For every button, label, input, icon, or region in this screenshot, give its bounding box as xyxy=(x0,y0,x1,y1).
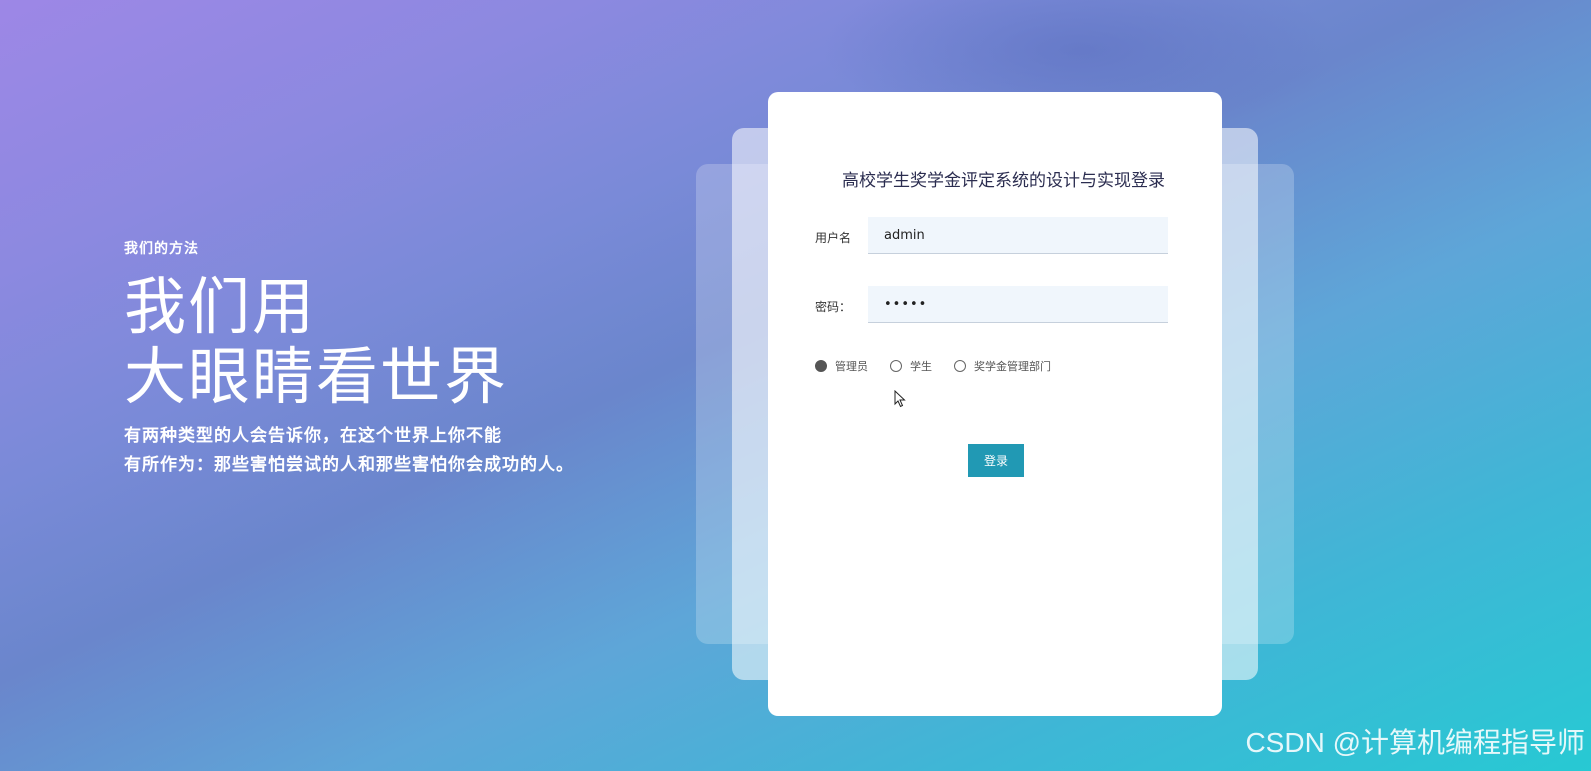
login-card: 高校学生奖学金评定系统的设计与实现登录 用户名 密码： 管理员 学生 奖学金管理… xyxy=(768,92,1222,716)
hero-desc-line1: 有两种类型的人会告诉你，在这个世界上你不能 xyxy=(124,426,502,446)
hero-eyebrow: 我们的方法 xyxy=(124,241,199,257)
role-student-label: 学生 xyxy=(910,360,932,373)
login-button[interactable]: 登录 xyxy=(968,444,1024,477)
hero-desc-line2: 有所作为：那些害怕尝试的人和那些害怕你会成功的人。 xyxy=(124,455,574,475)
password-input[interactable] xyxy=(868,286,1168,323)
hero-description: 有两种类型的人会告诉你，在这个世界上你不能 有所作为：那些害怕尝试的人和那些害怕… xyxy=(124,422,574,480)
radio-student[interactable] xyxy=(890,360,902,372)
role-student[interactable]: 学生 xyxy=(890,358,932,374)
login-title: 高校学生奖学金评定系统的设计与实现登录 xyxy=(842,171,1165,191)
watermark: CSDN @计算机编程指导师 xyxy=(1245,727,1585,758)
role-admin-label: 管理员 xyxy=(835,360,868,373)
role-radio-group: 管理员 学生 奖学金管理部门 xyxy=(815,358,1073,374)
password-label: 密码： xyxy=(815,300,852,314)
role-admin[interactable]: 管理员 xyxy=(815,358,868,374)
role-scholarship-dept-label: 奖学金管理部门 xyxy=(974,360,1051,373)
hero-headline: 我们用 大眼睛看世界 xyxy=(124,272,574,412)
hero-section: 我们的方法 我们用 大眼睛看世界 有两种类型的人会告诉你，在这个世界上你不能 有… xyxy=(124,238,574,480)
username-input[interactable] xyxy=(868,217,1168,254)
radio-scholarship-dept[interactable] xyxy=(954,360,966,372)
username-label: 用户名 xyxy=(815,231,852,245)
radio-admin[interactable] xyxy=(815,360,827,372)
mouse-pointer-icon xyxy=(894,390,906,408)
role-scholarship-dept[interactable]: 奖学金管理部门 xyxy=(954,358,1051,374)
hero-headline-line1: 我们用 xyxy=(124,270,317,343)
hero-headline-line2: 大眼睛看世界 xyxy=(124,340,509,413)
